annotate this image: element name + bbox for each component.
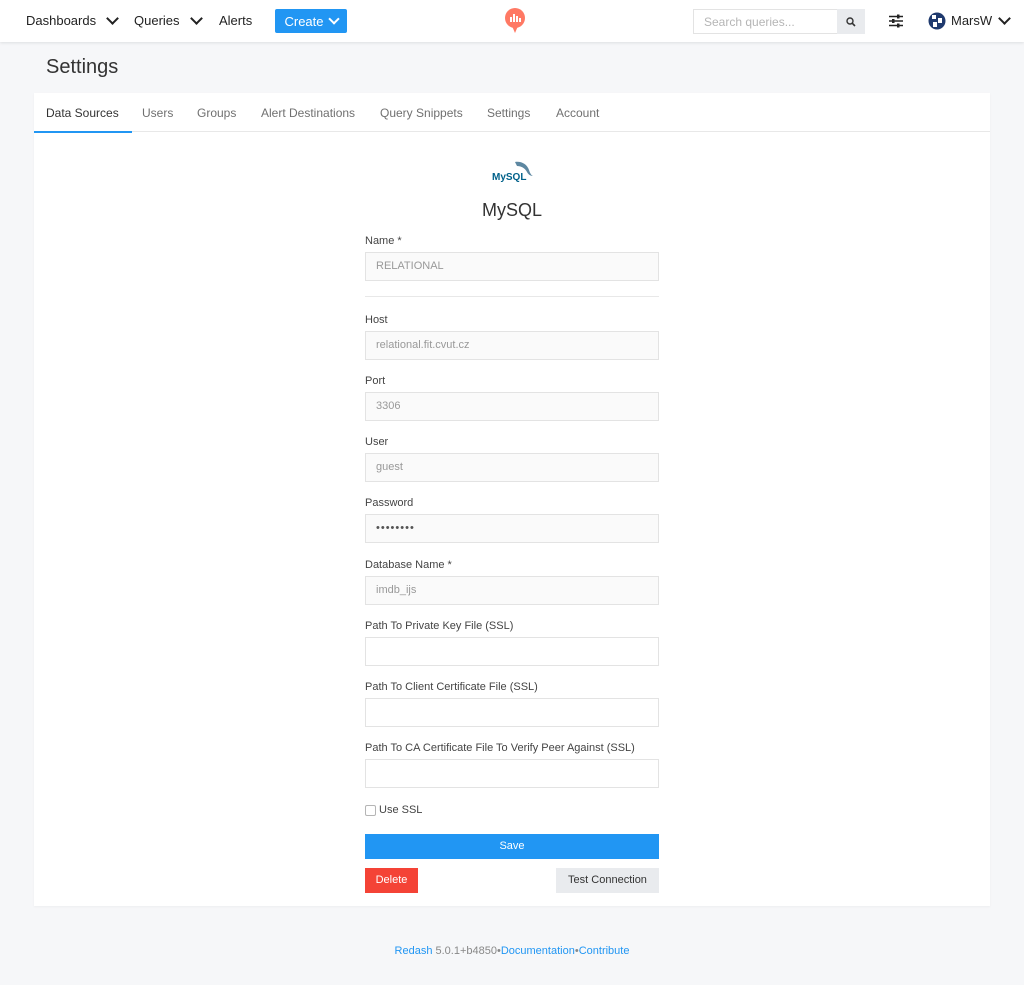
- chevron-down-icon: [189, 12, 203, 25]
- settings-tabs: Data Sources Users Groups Alert Destinat…: [34, 93, 990, 133]
- tab-data-sources[interactable]: Data Sources: [34, 93, 132, 133]
- tab-alert-destinations[interactable]: Alert Destinations: [261, 93, 355, 132]
- user-label: User: [365, 436, 389, 448]
- nav-alerts-label: Alerts: [219, 13, 253, 28]
- tab-settings[interactable]: Settings: [487, 93, 530, 132]
- nav-alerts[interactable]: Alerts: [219, 0, 252, 42]
- settings-sliders-icon[interactable]: [889, 14, 903, 28]
- mysql-logo-icon: MySQL: [492, 161, 533, 183]
- settings-card: Data Sources Users Groups Alert Destinat…: [34, 93, 990, 906]
- search-button[interactable]: [837, 9, 865, 34]
- footer-redash-link[interactable]: Redash: [395, 945, 433, 957]
- name-input[interactable]: RELATIONAL: [365, 252, 659, 281]
- save-button[interactable]: Save: [365, 834, 659, 859]
- delete-button[interactable]: Delete: [365, 868, 418, 893]
- page-title: Settings: [46, 56, 119, 78]
- mysql-logo-text: MySQL: [492, 172, 526, 183]
- user-input[interactable]: guest: [365, 453, 659, 482]
- use-ssl-checkbox[interactable]: [365, 804, 376, 816]
- client-cert-input[interactable]: [365, 698, 659, 727]
- password-label: Password: [365, 497, 414, 509]
- search-icon: [846, 16, 856, 27]
- user-menu[interactable]: MarsW: [951, 0, 1012, 42]
- create-button-label: Create: [284, 13, 324, 29]
- footer-documentation-link[interactable]: Documentation: [501, 945, 575, 957]
- client-cert-label: Path To Client Certificate File (SSL): [365, 681, 538, 693]
- search-input[interactable]: [693, 9, 837, 34]
- host-label: Host: [365, 314, 388, 326]
- ca-cert-label: Path To CA Certificate File To Verify Pe…: [365, 742, 635, 754]
- port-label: Port: [365, 375, 386, 387]
- nav-queries[interactable]: Queries: [134, 0, 203, 42]
- password-input[interactable]: ••••••••: [365, 514, 659, 543]
- footer: Redash 5.0.1+b4850•Documentation•Contrib…: [0, 945, 1024, 957]
- footer-version: 5.0.1+b4850: [435, 945, 497, 957]
- redash-logo-icon[interactable]: [504, 8, 526, 34]
- tab-groups[interactable]: Groups: [197, 93, 236, 132]
- chevron-down-icon: [327, 12, 340, 25]
- datasource-title: MySQL: [481, 200, 542, 220]
- footer-contribute-link[interactable]: Contribute: [579, 945, 630, 957]
- user-name-label: MarsW: [951, 13, 993, 28]
- tab-query-snippets[interactable]: Query Snippets: [380, 93, 463, 132]
- database-name-label: Database Name *: [365, 559, 452, 571]
- name-label: Name *: [365, 235, 402, 247]
- nav-dashboards[interactable]: Dashboards: [26, 0, 119, 42]
- tab-users[interactable]: Users: [142, 93, 173, 132]
- database-name-input[interactable]: imdb_ijs: [365, 576, 659, 605]
- top-navbar: Dashboards Queries Alerts Create Search …: [0, 0, 1024, 42]
- tab-account[interactable]: Account: [556, 93, 599, 132]
- private-key-label: Path To Private Key File (SSL): [365, 620, 514, 632]
- use-ssl-row[interactable]: Use SSL: [365, 804, 422, 816]
- chevron-down-icon: [106, 12, 119, 25]
- use-ssl-label: Use SSL: [379, 804, 423, 816]
- chevron-down-icon: [998, 12, 1012, 25]
- host-input[interactable]: relational.fit.cvut.cz: [365, 331, 659, 360]
- create-button[interactable]: Create: [275, 9, 347, 33]
- nav-dashboards-label: Dashboards: [26, 13, 97, 28]
- test-connection-button[interactable]: Test Connection: [556, 868, 659, 893]
- private-key-input[interactable]: [365, 637, 659, 666]
- nav-queries-label: Queries: [134, 13, 180, 28]
- ca-cert-input[interactable]: [365, 759, 659, 788]
- port-input[interactable]: 3306: [365, 392, 659, 421]
- avatar[interactable]: [928, 12, 946, 30]
- form-divider: [365, 296, 659, 297]
